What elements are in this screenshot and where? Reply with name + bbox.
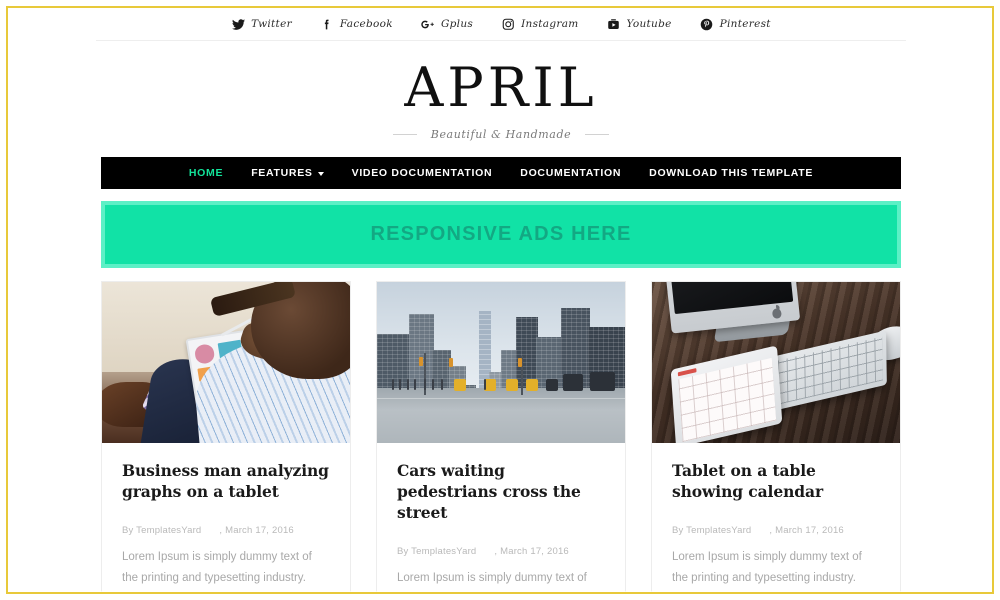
post-excerpt: Lorem Ipsum is simply dummy text of the …	[672, 550, 862, 585]
post-meta: By TemplatesYard , March 17, 2016	[122, 525, 330, 536]
post-meta: By TemplatesYard , March 17, 2016	[397, 546, 605, 557]
post-card: Tablet on a table showing calendar By Te…	[651, 281, 901, 592]
post-date: , March 17, 2016	[769, 524, 844, 536]
gplus-icon	[421, 17, 435, 31]
social-link-label: Twitter	[251, 18, 292, 30]
instagram-icon	[501, 17, 515, 31]
nav-item-label: FEATURES	[251, 167, 313, 179]
social-link-gplus[interactable]: Gplus	[421, 17, 473, 31]
apple-logo-icon	[771, 308, 782, 320]
post-title[interactable]: Cars waiting pedestrians cross the stree…	[397, 461, 605, 524]
nav-item-video-documentation[interactable]: VIDEO DOCUMENTATION	[338, 157, 507, 189]
masthead: APRIL Beautiful & Handmade	[8, 41, 992, 157]
social-bar: Twitter Facebook Gplus Instagram Youtube…	[8, 8, 992, 40]
content-container: HOME FEATURES VIDEO DOCUMENTATION DOCUME…	[101, 157, 901, 592]
ads-banner-label: RESPONSIVE ADS HERE	[370, 223, 632, 245]
tagline-row: Beautiful & Handmade	[8, 128, 992, 141]
social-link-label: Facebook	[339, 18, 393, 30]
nav-item-label: DOCUMENTATION	[520, 167, 622, 179]
post-thumbnail-city-street[interactable]	[377, 282, 625, 443]
post-date: , March 17, 2016	[219, 524, 294, 536]
nav-item-label: VIDEO DOCUMENTATION	[351, 167, 493, 179]
main-navigation: HOME FEATURES VIDEO DOCUMENTATION DOCUME…	[101, 157, 901, 189]
post-excerpt: Lorem Ipsum is simply dummy text of the …	[397, 571, 587, 584]
post-excerpt: Lorem Ipsum is simply dummy text of the …	[122, 550, 312, 585]
social-link-label: Youtube	[626, 18, 672, 30]
social-link-pinterest[interactable]: Pinterest	[700, 17, 771, 31]
post-author[interactable]: By TemplatesYard	[672, 525, 751, 536]
post-card: Cars waiting pedestrians cross the stree…	[376, 281, 626, 592]
post-meta: By TemplatesYard , March 17, 2016	[672, 525, 880, 536]
nav-item-label: HOME	[188, 167, 224, 179]
post-author[interactable]: By TemplatesYard	[397, 546, 476, 557]
nav-item-label: DOWNLOAD THIS TEMPLATE	[649, 167, 814, 179]
nav-item-download-this-template[interactable]: DOWNLOAD THIS TEMPLATE	[635, 157, 827, 189]
post-grid: Business man analyzing graphs on a table…	[101, 281, 901, 592]
social-link-label: Gplus	[440, 18, 474, 30]
twitter-icon	[231, 17, 245, 31]
gold-border: Twitter Facebook Gplus Instagram Youtube…	[6, 6, 994, 594]
site-title[interactable]: APRIL	[8, 61, 992, 115]
post-body: Tablet on a table showing calendar By Te…	[652, 443, 900, 592]
tagline-dash-left	[392, 134, 417, 135]
social-link-facebook[interactable]: Facebook	[320, 17, 393, 31]
nav-item-documentation[interactable]: DOCUMENTATION	[506, 157, 635, 189]
photo-road	[377, 388, 625, 443]
post-body: Cars waiting pedestrians cross the stree…	[377, 443, 625, 592]
chevron-down-icon	[317, 172, 324, 176]
browser-frame: Twitter Facebook Gplus Instagram Youtube…	[0, 0, 1000, 600]
social-links-list: Twitter Facebook Gplus Instagram Youtube…	[101, 8, 901, 40]
page-root: Twitter Facebook Gplus Instagram Youtube…	[8, 8, 992, 592]
post-thumbnail-tablet-calendar[interactable]	[652, 282, 900, 443]
social-link-twitter[interactable]: Twitter	[231, 17, 292, 31]
responsive-ads-banner[interactable]: RESPONSIVE ADS HERE	[101, 201, 901, 268]
facebook-icon	[320, 17, 334, 31]
social-link-youtube[interactable]: Youtube	[607, 17, 672, 31]
post-card: Business man analyzing graphs on a table…	[101, 281, 351, 592]
nav-item-home[interactable]: HOME	[175, 157, 237, 189]
post-thumbnail-business-man[interactable]	[102, 282, 350, 443]
pinterest-icon	[700, 17, 714, 31]
post-title[interactable]: Tablet on a table showing calendar	[672, 461, 880, 503]
youtube-icon	[607, 17, 621, 31]
social-link-label: Pinterest	[719, 18, 771, 30]
post-body: Business man analyzing graphs on a table…	[102, 443, 350, 592]
post-author[interactable]: By TemplatesYard	[122, 525, 201, 536]
social-link-instagram[interactable]: Instagram	[501, 17, 578, 31]
site-tagline: Beautiful & Handmade	[430, 128, 572, 141]
post-title[interactable]: Business man analyzing graphs on a table…	[122, 461, 330, 503]
social-link-label: Instagram	[521, 18, 579, 30]
tagline-dash-right	[585, 134, 610, 135]
post-date: , March 17, 2016	[494, 545, 569, 557]
nav-item-features[interactable]: FEATURES	[237, 157, 337, 189]
